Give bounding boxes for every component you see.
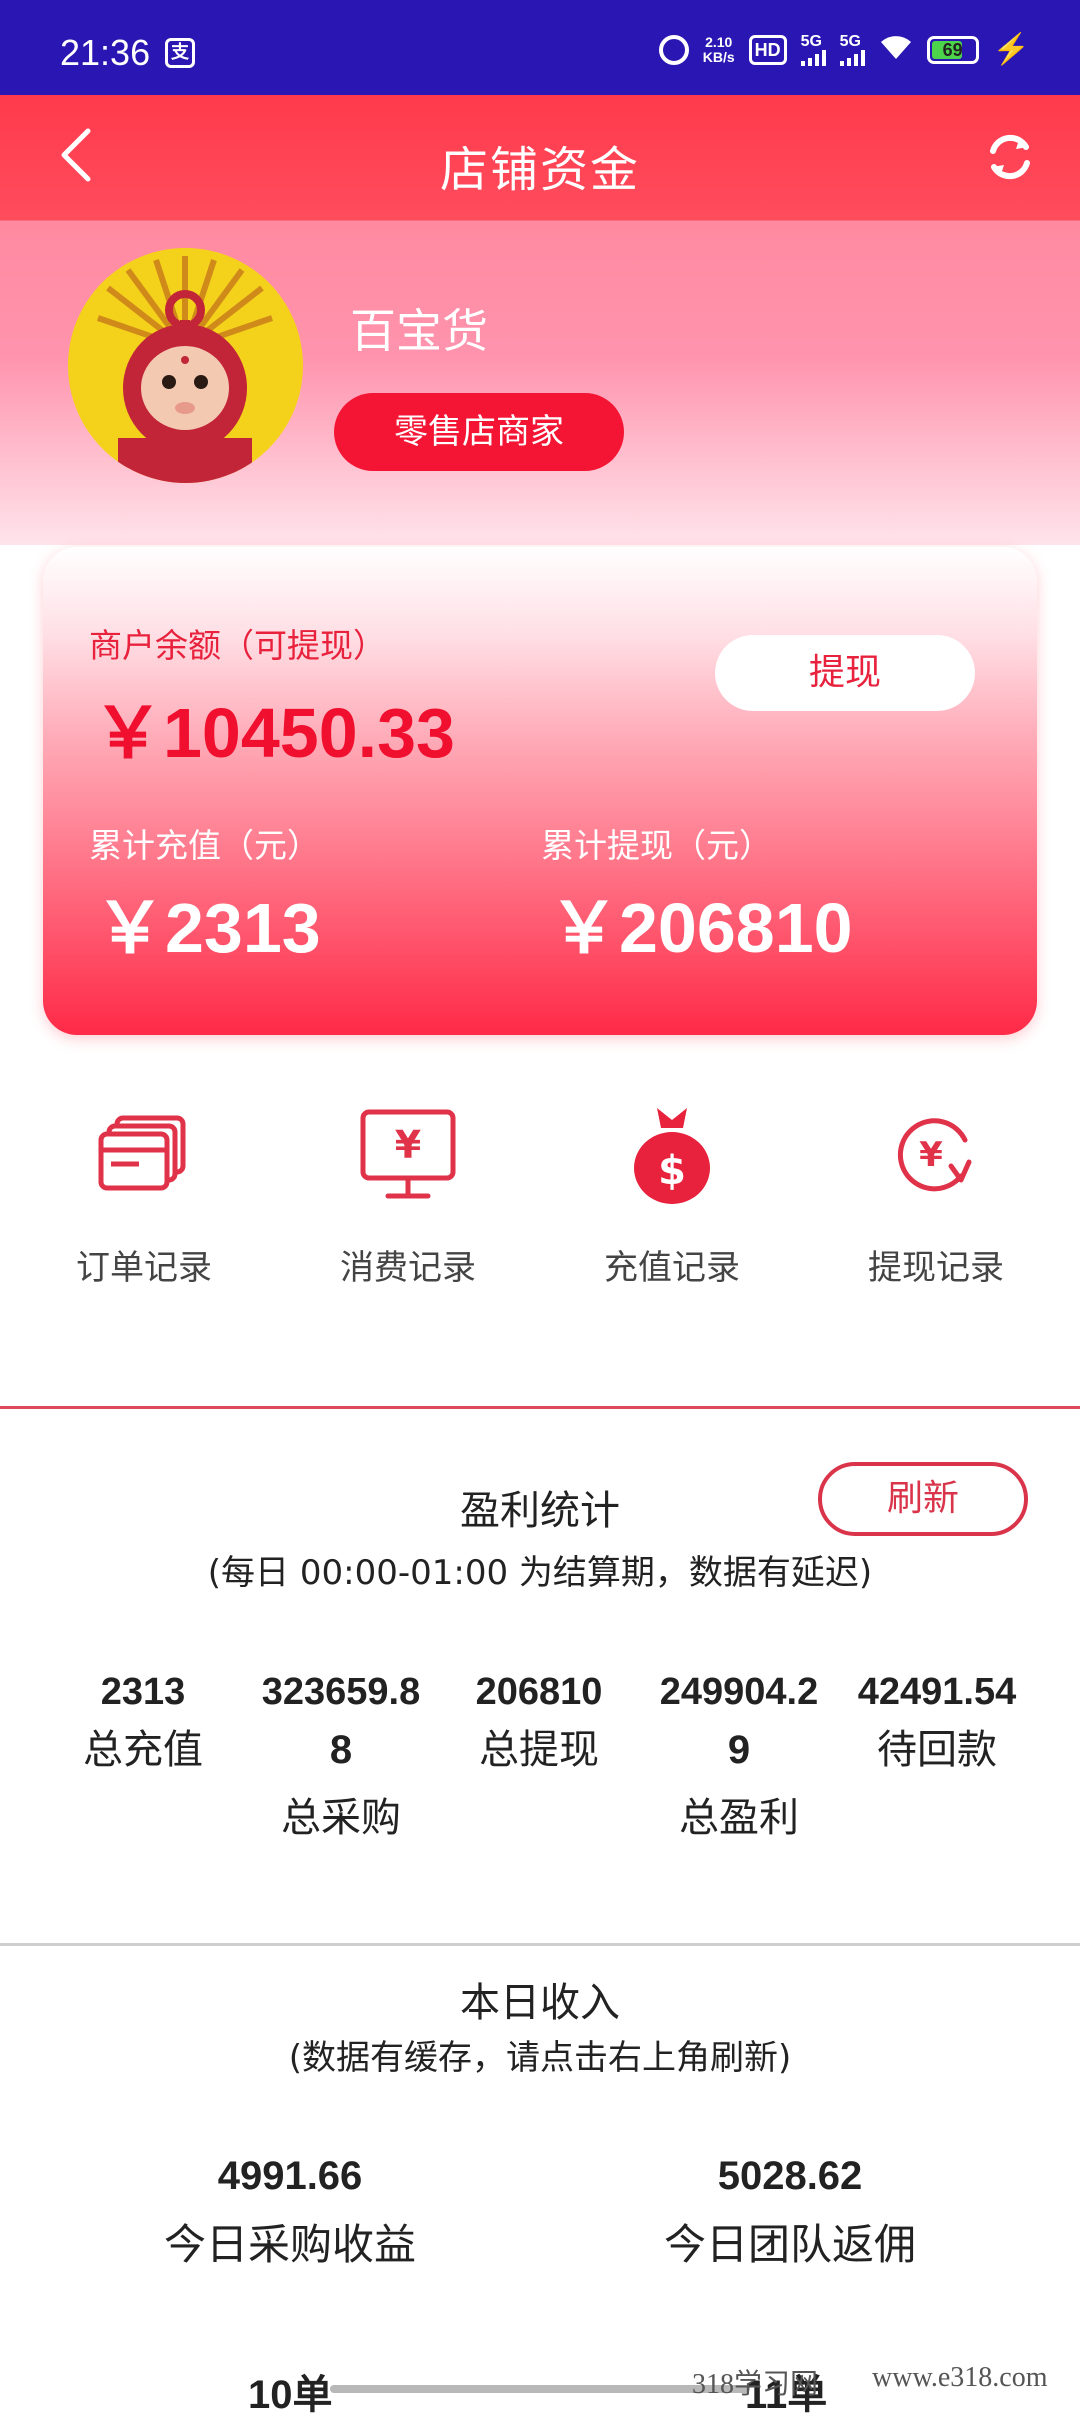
svg-text:$: $ xyxy=(658,1148,686,1194)
balance-value: ￥10450.33 xyxy=(93,694,455,772)
stat-name: 总提现 xyxy=(479,1727,599,1773)
status-indicators: 2.10 KB/s HD 5G 5G 69 ⚡ xyxy=(658,30,1030,70)
action-label: 充值记录 xyxy=(604,1248,740,1288)
total-recharge-label: 累计充值（元） xyxy=(89,826,320,865)
alipay-notification-icon: 支 xyxy=(165,38,195,68)
status-time: 21:36 xyxy=(60,32,151,73)
alarm-icon xyxy=(658,35,689,65)
stat-name: 总充值 xyxy=(83,1727,203,1773)
home-indicator[interactable] xyxy=(330,2385,750,2393)
balance-card: 商户余额（可提现） ￥10450.33 提现 累计充值（元） ￥2313 累计提… xyxy=(43,547,1037,1035)
stat-total-withdrawn: 206810 总提现 xyxy=(434,1668,644,1784)
status-bar: 21:36 支 2.10 KB/s HD 5G 5G 69 ⚡ xyxy=(0,0,1080,95)
page-title: 店铺资金 xyxy=(439,142,640,198)
stat-value-line1: 249904.2 xyxy=(659,1671,819,1713)
action-withdraw-records[interactable]: ¥ 提现记录 xyxy=(804,1100,1068,1300)
stat-value: 2313 xyxy=(100,1671,186,1713)
wifi-icon xyxy=(879,33,913,67)
battery-icon: 69 xyxy=(926,36,979,64)
today-orders-left: 10单 xyxy=(248,2373,333,2417)
nav-bar: 店铺资金 xyxy=(0,95,1080,220)
stat-value-line2: 9 xyxy=(727,1728,751,1772)
monitor-yen-icon: ¥ xyxy=(360,1109,456,1199)
merchant-type-badge: 零售店商家 xyxy=(334,393,624,471)
net-speed: 2.10 KB/s xyxy=(703,35,735,65)
action-order-records[interactable]: 订单记录 xyxy=(12,1100,276,1300)
net-speed-value: 2.10 xyxy=(705,34,733,50)
stat-value: 249904.2 xyxy=(634,1668,844,1716)
action-recharge-records[interactable]: $ 充值记录 xyxy=(540,1100,804,1300)
today-income-title: 本日收入 xyxy=(460,1980,620,2026)
stat-total-profit: 249904.2 9 总盈利 xyxy=(634,1668,844,1852)
today-name: 今日团队返佣 xyxy=(663,2220,916,2269)
avatar-image xyxy=(68,248,302,483)
watermark-left: 318学习网 xyxy=(692,2369,819,2400)
total-recharge-value: ￥2313 xyxy=(95,889,321,967)
action-label: 提现记录 xyxy=(868,1248,1004,1288)
svg-text:¥: ¥ xyxy=(919,1135,943,1175)
shop-name: 百宝货 xyxy=(350,304,488,358)
section-divider xyxy=(0,1406,1080,1409)
watermark-right: www.e318.com xyxy=(872,2362,1048,2393)
refresh-icon[interactable] xyxy=(980,127,1040,187)
profit-stats-note: (每日 00:00-01:00 为结算期，数据有延迟) xyxy=(207,1553,873,1593)
signal-icon: 5G xyxy=(800,33,826,66)
quick-actions: 订单记录 ¥ 消费记录 $ 充值记录 ¥ 提现记录 xyxy=(0,1100,1080,1300)
stat-total-recharge: 2313 总充值 xyxy=(38,1668,248,1784)
charging-bolt-icon: ⚡ xyxy=(992,33,1030,66)
sim2-label: 5G xyxy=(839,33,861,50)
signal-icon: 5G xyxy=(839,33,865,66)
net-speed-unit: KB/s xyxy=(702,49,735,65)
today-value: 5028.62 xyxy=(717,2154,863,2198)
today-purchase-income: 4991.66 今日采购收益 xyxy=(20,2150,560,2280)
action-consumption-records[interactable]: ¥ 消费记录 xyxy=(276,1100,540,1300)
stat-name: 总盈利 xyxy=(679,1795,799,1841)
hd-icon: HD xyxy=(748,35,787,65)
today-name: 今日采购收益 xyxy=(163,2220,416,2269)
avatar xyxy=(68,248,303,483)
total-withdrawn-label: 累计提现（元） xyxy=(541,826,772,865)
today-team-commission: 5028.62 今日团队返佣 xyxy=(520,2150,1060,2280)
stat-value: 206810 xyxy=(475,1671,603,1713)
stat-pending-payment: 42491.54 待回款 xyxy=(832,1668,1042,1784)
sim1-label: 5G xyxy=(800,33,822,50)
total-withdrawn-value: ￥206810 xyxy=(549,889,853,967)
section-divider xyxy=(0,1943,1080,1946)
action-label: 消费记录 xyxy=(340,1248,476,1288)
stat-total-purchase: 323659.8 8 总采购 xyxy=(236,1668,446,1852)
refresh-button[interactable]: 刷新 xyxy=(818,1462,1028,1536)
svg-text:¥: ¥ xyxy=(395,1123,421,1167)
today-income-note: (数据有缓存，请点击右上角刷新) xyxy=(288,2038,792,2078)
stat-name: 总采购 xyxy=(281,1795,401,1841)
battery-level: 69 xyxy=(942,40,963,60)
money-bag-icon: $ xyxy=(634,1108,710,1204)
action-label: 订单记录 xyxy=(76,1248,212,1288)
stat-value: 42491.54 xyxy=(857,1671,1017,1713)
yen-exchange-icon: ¥ xyxy=(897,1118,972,1192)
cards-icon xyxy=(98,1115,186,1191)
stat-value-line2: 8 xyxy=(329,1728,353,1772)
today-value: 4991.66 xyxy=(217,2154,363,2198)
balance-label: 商户余额（可提现） xyxy=(89,626,386,665)
stat-value: 323659.8 xyxy=(236,1668,446,1716)
withdraw-button[interactable]: 提现 xyxy=(715,635,975,711)
stat-name: 待回款 xyxy=(877,1727,997,1773)
stat-value-line1: 323659.8 xyxy=(261,1671,421,1713)
